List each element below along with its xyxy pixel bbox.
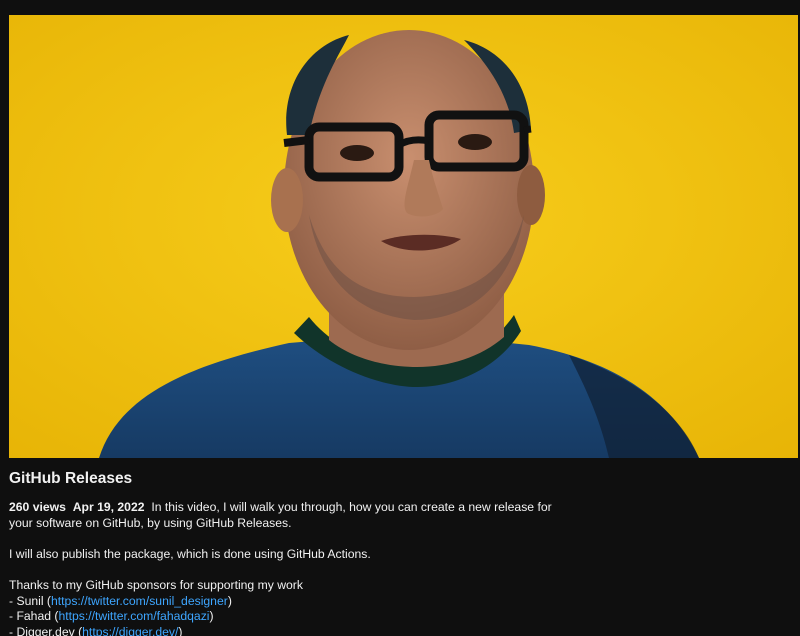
description-spacer <box>9 562 789 578</box>
video-page: GitHub Releases 260 views Apr 19, 2022 I… <box>0 0 800 636</box>
sponsor-link-digger[interactable]: https://digger.dev/ <box>82 625 178 636</box>
sponsor-link-fahad[interactable]: https://twitter.com/fahadqazi <box>58 609 209 623</box>
description-spacer <box>9 531 789 547</box>
video-description: 260 views Apr 19, 2022 In this video, I … <box>9 500 789 636</box>
sponsor-item: - Fahad (https://twitter.com/fahadqazi) <box>9 609 214 624</box>
view-count: 260 views <box>9 500 66 514</box>
description-line-3: I will also publish the package, which i… <box>9 546 371 561</box>
video-player[interactable] <box>9 15 798 458</box>
description-line-4: Thanks to my GitHub sponsors for support… <box>9 577 303 592</box>
video-details: GitHub Releases 260 views Apr 19, 2022 I… <box>9 468 789 636</box>
video-title: GitHub Releases <box>9 470 133 487</box>
description-line-2: your software on GitHub, by using GitHub… <box>9 515 292 530</box>
sponsor-link-sunil[interactable]: https://twitter.com/sunil_designer <box>51 594 228 608</box>
video-frame-person <box>9 15 798 458</box>
description-first-line: 260 views Apr 19, 2022 In this video, I … <box>9 500 789 516</box>
description-line-1: In this video, I will walk you through, … <box>151 500 552 514</box>
sponsor-item: - Sunil (https://twitter.com/sunil_desig… <box>9 593 232 608</box>
upload-date: Apr 19, 2022 <box>72 500 145 514</box>
sponsor-item: - Digger.dev (https://digger.dev/) <box>9 625 789 636</box>
